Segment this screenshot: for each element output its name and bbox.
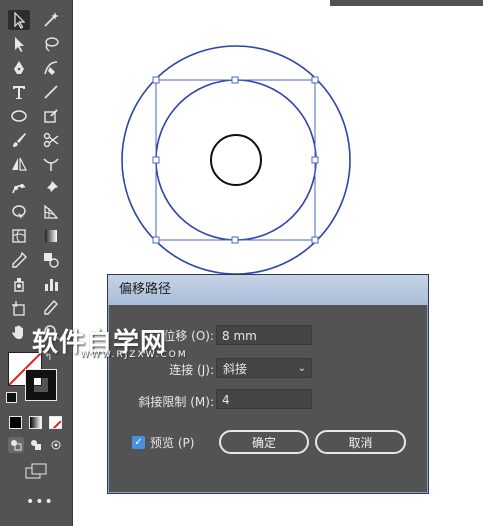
miter-limit-input[interactable]: 4 [216, 389, 312, 409]
draw-behind-icon[interactable] [28, 437, 44, 453]
puppet-warp-icon[interactable] [8, 178, 30, 198]
more-tools-icon[interactable]: ••• [26, 494, 54, 510]
hand-tool-icon[interactable] [8, 322, 30, 342]
offset-input[interactable]: 8 mm [216, 325, 312, 345]
ok-button[interactable]: 确定 [219, 430, 309, 454]
watermark-url: WWW.RJZXW.COM [80, 350, 188, 360]
selection-tool-icon[interactable] [8, 10, 30, 30]
lasso-icon[interactable] [40, 34, 62, 54]
magic-wand-icon[interactable] [40, 10, 62, 30]
column-graph-icon[interactable] [40, 274, 62, 294]
screen-mode-icon[interactable] [24, 462, 48, 480]
artboard-tool-icon[interactable] [8, 298, 30, 318]
miter-limit-label: 斜接限制 (M): [138, 395, 214, 409]
ellipse-tool-icon[interactable] [8, 106, 30, 126]
offset-path-dialog: 偏移路径 位移 (O): 8 mm 连接 (J): 斜接 ⌄ 斜接限制 (M):… [107, 274, 429, 494]
inner-circle[interactable] [210, 134, 262, 186]
pin-icon[interactable] [40, 178, 62, 198]
cancel-button[interactable]: 取消 [315, 430, 406, 454]
color-mode-gradient-icon[interactable] [29, 416, 42, 429]
joins-select-value: 斜接 [223, 362, 248, 376]
reflect-tool-icon[interactable] [8, 154, 30, 174]
draw-normal-icon[interactable] [8, 437, 24, 453]
preview-checkbox[interactable]: ✓ [132, 436, 145, 449]
free-transform-icon[interactable] [8, 202, 30, 222]
curvature-tool-icon[interactable] [40, 58, 62, 78]
dialog-title[interactable]: 偏移路径 [108, 275, 428, 305]
preview-label[interactable]: 预览 (P) [150, 434, 194, 451]
blend-tool-icon[interactable] [40, 250, 62, 270]
gradient-tool-icon[interactable] [40, 226, 62, 246]
shaper-tool-icon[interactable] [40, 106, 62, 126]
symbol-sprayer-icon[interactable] [8, 274, 30, 294]
draw-inside-icon[interactable] [48, 437, 64, 453]
eyedropper-icon[interactable] [8, 250, 30, 270]
width-tool-icon[interactable] [40, 154, 62, 174]
joins-label: 连接 (J): [169, 363, 214, 377]
scissors-icon[interactable] [40, 130, 62, 150]
joins-select[interactable]: 斜接 ⌄ [216, 358, 312, 378]
chevron-down-icon: ⌄ [297, 363, 306, 374]
perspective-grid-icon[interactable] [40, 202, 62, 222]
selection-bounding-box[interactable] [152, 76, 319, 244]
tools-panel: ↰ ••• [0, 0, 73, 526]
middle-circle[interactable] [155, 79, 317, 241]
slice-tool-icon[interactable] [40, 298, 62, 318]
pen-tool-icon[interactable] [8, 58, 30, 78]
paintbrush-icon[interactable] [8, 130, 30, 150]
default-colors-icon[interactable] [6, 392, 17, 403]
stroke-swatch[interactable] [25, 369, 57, 401]
mesh-tool-icon[interactable] [8, 226, 30, 246]
color-mode-solid-icon[interactable] [9, 416, 22, 429]
color-mode-none-icon[interactable] [49, 416, 62, 429]
line-tool-icon[interactable] [40, 82, 62, 102]
direct-selection-icon[interactable] [8, 34, 30, 54]
type-tool-icon[interactable] [8, 82, 30, 102]
